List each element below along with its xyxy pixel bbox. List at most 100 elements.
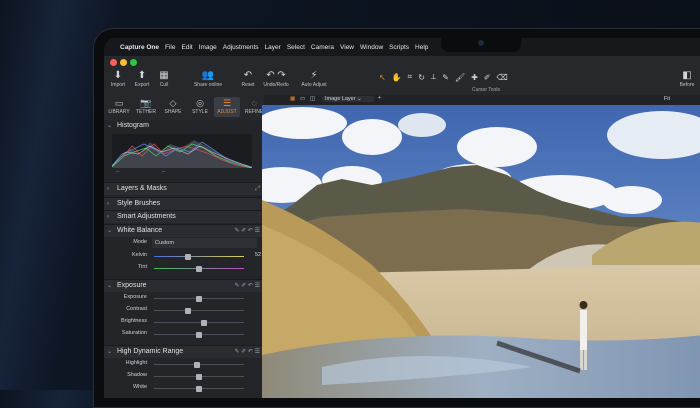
cull-button[interactable]: ▦ Cull xyxy=(156,70,172,88)
tint-slider-knob[interactable] xyxy=(196,265,202,272)
menu-view[interactable]: View xyxy=(340,44,354,51)
tool-tabs: ▭ LIBRARY 📷 TETHER ◇ SHAPE ◎ STYLE ☰ ADJ… xyxy=(104,95,264,120)
tab-library[interactable]: ▭ LIBRARY xyxy=(106,97,132,115)
mode-select[interactable]: Custom xyxy=(152,238,257,248)
brush-cursor-icon[interactable]: 🖌 xyxy=(455,73,465,82)
reset-button[interactable]: ↶ Reset xyxy=(240,70,256,88)
saturation-slider[interactable] xyxy=(154,331,244,338)
library-icon: ▭ xyxy=(114,98,124,108)
menu-layer[interactable]: Layer xyxy=(265,44,281,51)
histogram-header[interactable]: ⌄ Histogram xyxy=(104,120,262,132)
tab-shape-label: SHAPE xyxy=(164,109,182,115)
tab-shape[interactable]: ◇ SHAPE xyxy=(160,97,186,115)
menu-image[interactable]: Image xyxy=(199,44,217,51)
white-balance-picker-icon[interactable]: ✎ xyxy=(442,73,449,82)
menu-file[interactable]: File xyxy=(165,44,175,51)
zoom-window-button[interactable] xyxy=(130,59,137,66)
section-tools-icon[interactable]: ✎ ✐ ↶ ☰ xyxy=(235,346,260,358)
expand-icon[interactable]: ⤢ xyxy=(255,183,260,195)
undo-redo-button[interactable]: ↶ ↷ Undo/Redo xyxy=(261,70,291,88)
before-label: Before xyxy=(679,82,695,88)
contrast-slider-knob[interactable] xyxy=(185,307,192,314)
layers-masks-header[interactable]: › Layers & Masks ⤢ xyxy=(104,182,262,195)
auto-adjust-label: Auto Adjust xyxy=(301,82,327,88)
section-tools-icon[interactable]: ✎ ✐ ↶ ☰ xyxy=(235,280,260,292)
brightness-slider[interactable] xyxy=(154,319,244,326)
export-button[interactable]: ⬆ Export xyxy=(132,70,152,88)
grid-view-icon[interactable]: ▦ xyxy=(290,96,295,102)
kelvin-slider[interactable] xyxy=(154,253,244,260)
layer-select[interactable]: Image Layer ⌄ xyxy=(322,96,374,102)
kelvin-slider-knob[interactable] xyxy=(185,253,192,260)
image-viewer[interactable] xyxy=(262,105,700,398)
contrast-slider-row: Contrast xyxy=(104,305,262,316)
eraser-cursor-icon[interactable]: ⌫ xyxy=(497,73,508,82)
section-tools-icon[interactable]: ✎ ✐ ↶ ☰ xyxy=(235,225,260,237)
menu-window[interactable]: Window xyxy=(360,44,383,51)
zoom-fit-label[interactable]: Fit xyxy=(664,96,670,102)
import-button[interactable]: ⬇ Import xyxy=(108,70,128,88)
select-cursor-icon[interactable]: ↖ xyxy=(379,73,386,82)
contrast-slider[interactable] xyxy=(154,307,244,314)
tab-style[interactable]: ◎ STYLE xyxy=(187,97,213,115)
shadow-slider[interactable] xyxy=(154,373,244,380)
add-layer-icon[interactable]: + xyxy=(378,95,381,101)
histogram-marker-right: -- xyxy=(162,169,166,175)
histogram xyxy=(111,134,253,169)
chevron-right-icon: › xyxy=(107,201,109,207)
keystone-cursor-icon[interactable]: ⟂ xyxy=(431,72,436,82)
white-slider-knob[interactable] xyxy=(196,385,202,392)
before-after-icon: ◧ xyxy=(682,70,692,81)
tab-adjust[interactable]: ☰ ADJUST xyxy=(214,97,240,117)
share-online-button[interactable]: 👥 Share online xyxy=(190,70,226,88)
highlight-slider-row: Highlight xyxy=(104,359,262,370)
single-view-icon[interactable]: ▭ xyxy=(300,96,305,102)
kelvin-value[interactable]: 52 xyxy=(255,252,261,258)
brightness-label: Brightness xyxy=(121,318,147,324)
menu-scripts[interactable]: Scripts xyxy=(389,44,409,51)
hdr-header[interactable]: ⌄ High Dynamic Range ✎ ✐ ↶ ☰ xyxy=(104,345,262,358)
white-balance-header[interactable]: ⌄ White Balance ✎ ✐ ↶ ☰ xyxy=(104,224,262,237)
highlight-label: Highlight xyxy=(125,360,147,366)
exposure-slider[interactable] xyxy=(154,295,244,302)
style-brushes-header[interactable]: › Style Brushes xyxy=(104,197,262,210)
tint-slider[interactable] xyxy=(154,265,244,272)
highlight-slider[interactable] xyxy=(154,361,244,368)
annotate-cursor-icon[interactable]: ✐ xyxy=(484,73,491,82)
auto-adjust-button[interactable]: ⚡ Auto Adjust xyxy=(298,70,330,88)
exposure-slider-row: Exposure xyxy=(104,293,262,304)
brightness-slider-knob[interactable] xyxy=(200,319,207,326)
crop-cursor-icon[interactable]: ⌗ xyxy=(408,72,413,82)
menu-camera[interactable]: Camera xyxy=(311,44,334,51)
rotate-cursor-icon[interactable]: ↻ xyxy=(418,73,425,82)
saturation-slider-knob[interactable] xyxy=(196,331,202,338)
layers-masks-title: Layers & Masks xyxy=(117,185,167,192)
highlight-slider-knob[interactable] xyxy=(194,361,201,368)
smart-adjustments-header[interactable]: › Smart Adjustments xyxy=(104,210,262,223)
window-titlebar xyxy=(104,56,700,68)
white-slider[interactable] xyxy=(154,385,244,392)
undo-redo-label: Undo/Redo xyxy=(263,82,289,88)
shadow-slider-knob[interactable] xyxy=(196,373,202,380)
pan-cursor-icon[interactable]: ✋ xyxy=(392,73,402,82)
before-button[interactable]: ◧ Before xyxy=(676,70,698,88)
tab-library-label: LIBRARY xyxy=(108,109,130,115)
minimize-window-button[interactable] xyxy=(120,59,127,66)
exposure-slider-knob[interactable] xyxy=(196,295,202,302)
menu-edit[interactable]: Edit xyxy=(182,44,193,51)
exposure-header[interactable]: ⌄ Exposure ✎ ✐ ↶ ☰ xyxy=(104,279,262,292)
tab-refine-label: REFINE xyxy=(244,109,264,115)
menu-select[interactable]: Select xyxy=(287,44,305,51)
compare-view-icon[interactable]: ◫ xyxy=(310,96,315,102)
menu-help[interactable]: Help xyxy=(415,44,428,51)
tab-tether[interactable]: 📷 TETHER xyxy=(133,97,159,115)
layer-select-value: Image Layer xyxy=(325,96,356,102)
hdr-title: High Dynamic Range xyxy=(117,348,184,355)
close-window-button[interactable] xyxy=(110,59,117,66)
menu-app-name[interactable]: Capture One xyxy=(120,44,159,51)
tether-icon: 📷 xyxy=(140,98,152,108)
menu-adjustments[interactable]: Adjustments xyxy=(223,44,259,51)
chevron-right-icon: › xyxy=(107,186,109,192)
white-balance-mode-row: Mode Custom xyxy=(104,238,262,249)
heal-cursor-icon[interactable]: ✚ xyxy=(471,73,478,82)
